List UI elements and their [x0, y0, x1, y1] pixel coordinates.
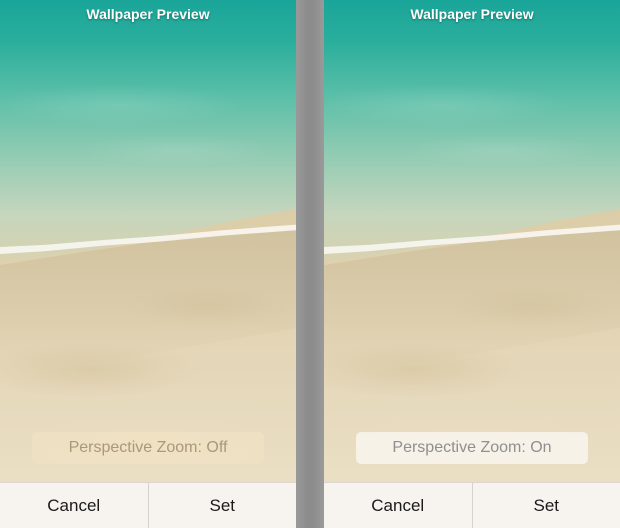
set-button[interactable]: Set [473, 483, 620, 528]
wallpaper-preview-screen-on: Wallpaper Preview Perspective Zoom: On C… [324, 0, 620, 528]
action-bar: Cancel Set [0, 482, 296, 528]
perspective-zoom-toggle[interactable]: Perspective Zoom: Off [32, 432, 264, 464]
page-title: Wallpaper Preview [410, 6, 534, 22]
action-bar: Cancel Set [324, 482, 620, 528]
cancel-button[interactable]: Cancel [0, 483, 148, 528]
page-title: Wallpaper Preview [86, 6, 210, 22]
title-bar: Wallpaper Preview [324, 0, 620, 28]
cancel-button[interactable]: Cancel [324, 483, 472, 528]
perspective-zoom-toggle[interactable]: Perspective Zoom: On [356, 432, 588, 464]
title-bar: Wallpaper Preview [0, 0, 296, 28]
wallpaper-preview-screen-off: Wallpaper Preview Perspective Zoom: Off … [0, 0, 296, 528]
set-button[interactable]: Set [149, 483, 297, 528]
screen-divider [296, 0, 324, 528]
